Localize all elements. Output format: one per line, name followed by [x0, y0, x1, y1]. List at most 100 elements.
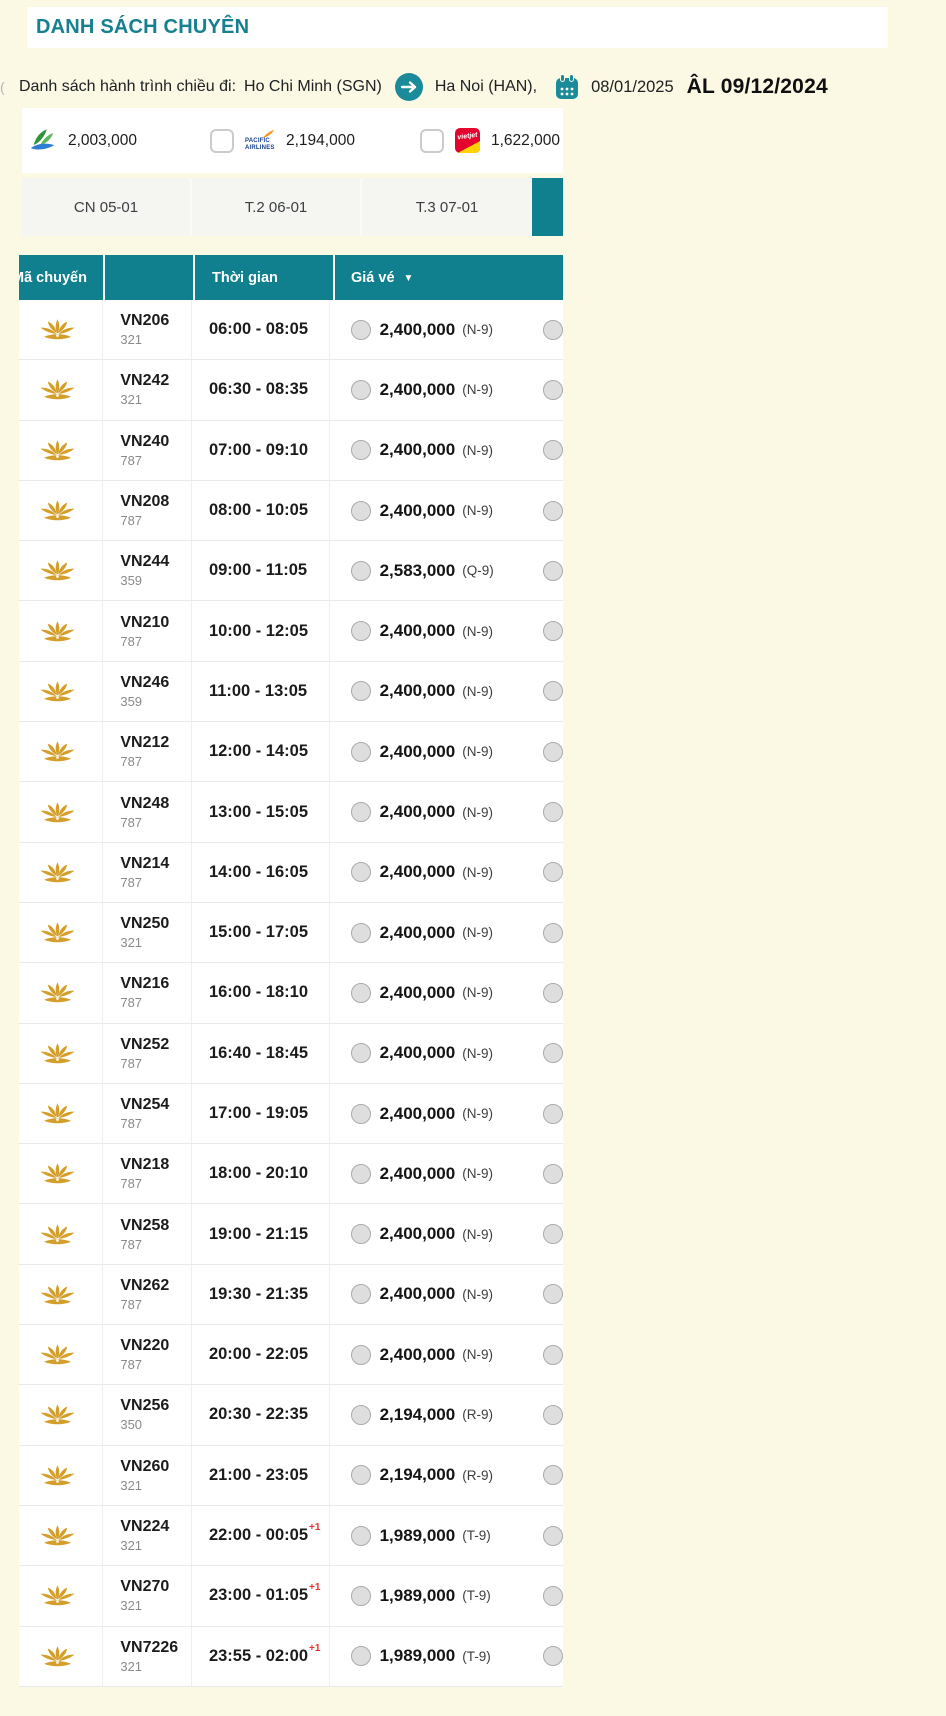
- fare-radio-secondary[interactable]: [542, 1103, 563, 1124]
- flight-time: 16:40 - 18:45: [208, 1043, 309, 1062]
- header-price-sort[interactable]: Giá vé ▼: [335, 255, 540, 300]
- fare-radio[interactable]: [350, 1404, 371, 1425]
- vietjet-min-price: 1,622,000: [491, 131, 560, 149]
- fare-radio[interactable]: [350, 1163, 371, 1184]
- fare-class: (N-9): [462, 1286, 493, 1302]
- header-flight-code-label: Mã chuyến: [19, 269, 87, 286]
- airline-logo-cell: [19, 1023, 104, 1083]
- time-cell: 06:00 - 08:05: [192, 300, 330, 360]
- fare-radio[interactable]: [350, 741, 371, 762]
- fare-radio-secondary[interactable]: [542, 1224, 563, 1245]
- price-value: 2,400,000: [379, 500, 456, 520]
- fare-radio-secondary[interactable]: [542, 1043, 563, 1064]
- airline-logo-cell: [19, 661, 104, 722]
- fare-class: (Q-9): [462, 563, 494, 579]
- fare-radio[interactable]: [350, 621, 371, 642]
- fare-radio[interactable]: [350, 1465, 371, 1486]
- flight-row: VN216 787 16:00 - 18:10 2,400,000 (N-9): [19, 963, 563, 1024]
- aircraft-type: 787: [120, 633, 143, 649]
- flight-code-cell: VN208 787: [103, 480, 192, 541]
- economy-price-cell: 2,400,000 (N-9): [330, 843, 531, 902]
- price-value: 2,400,000: [379, 1344, 456, 1364]
- fare-radio-secondary[interactable]: [542, 1163, 563, 1184]
- flight-code-cell: VN216 787: [103, 963, 192, 1023]
- fare-radio[interactable]: [350, 560, 371, 581]
- flight-time: 10:00 - 12:05: [208, 621, 309, 640]
- fare-radio[interactable]: [350, 1344, 371, 1365]
- fare-radio[interactable]: [350, 440, 371, 461]
- fare-radio-secondary[interactable]: [542, 1585, 563, 1606]
- fare-class: (N-9): [462, 382, 493, 398]
- fare-radio[interactable]: [350, 922, 371, 943]
- fare-radio-secondary[interactable]: [542, 1646, 563, 1667]
- fare-radio-secondary[interactable]: [542, 862, 563, 883]
- pacific-checkbox[interactable]: [210, 128, 234, 153]
- aircraft-type: 787: [120, 513, 143, 529]
- fare-radio[interactable]: [350, 1284, 371, 1305]
- fare-radio[interactable]: [350, 681, 371, 702]
- price-value: 2,400,000: [379, 1284, 456, 1304]
- fare-radio[interactable]: [350, 982, 371, 1003]
- aircraft-type: 787: [120, 814, 143, 830]
- date-tab-3[interactable]: T.3 07-01: [362, 178, 532, 236]
- fare-radio[interactable]: [350, 1043, 371, 1064]
- price-value: 2,400,000: [379, 440, 456, 460]
- price-value: 2,400,000: [379, 1043, 456, 1063]
- flight-row: VN244 359 09:00 - 11:05 2,583,000 (Q-9): [19, 541, 563, 602]
- vietnam-airlines-lotus-icon: [40, 1525, 75, 1546]
- fare-radio-secondary[interactable]: [542, 982, 563, 1003]
- vietjet-checkbox[interactable]: [420, 128, 444, 153]
- flight-code-cell: VN7226 321: [103, 1626, 192, 1686]
- fare-radio[interactable]: [350, 1585, 371, 1606]
- date-tab-1[interactable]: CN 05-01: [22, 178, 192, 236]
- flight-code-cell: VN270 321: [103, 1566, 192, 1626]
- fare-radio[interactable]: [350, 1525, 371, 1546]
- fare-radio-secondary[interactable]: [542, 319, 563, 340]
- time-cell: 20:00 - 22:05: [192, 1325, 330, 1385]
- secondary-price-cell-cut: [531, 1144, 563, 1203]
- fare-class: (N-9): [462, 1045, 493, 1061]
- fare-radio-secondary[interactable]: [542, 1284, 563, 1305]
- fare-radio[interactable]: [350, 1103, 371, 1124]
- fare-radio-secondary[interactable]: [542, 560, 563, 581]
- flight-time: 20:00 - 22:05: [208, 1345, 309, 1364]
- flight-row: VN254 787 17:00 - 19:05 2,400,000 (N-9): [19, 1083, 563, 1145]
- fare-radio[interactable]: [350, 1646, 371, 1667]
- fare-radio-secondary[interactable]: [542, 440, 563, 461]
- secondary-price-cell-cut: [531, 541, 563, 600]
- airline-logo-cell: [19, 722, 104, 782]
- date-tab-2[interactable]: T.2 06-01: [192, 178, 362, 236]
- fare-radio-secondary[interactable]: [542, 741, 563, 762]
- fare-radio-secondary[interactable]: [542, 500, 563, 521]
- pacific-logo-line1: PACIFIC: [245, 137, 270, 144]
- fare-radio-secondary[interactable]: [542, 681, 563, 702]
- time-cell: 10:00 - 12:05: [192, 601, 330, 661]
- flight-code-cell: VN242 321: [103, 360, 192, 420]
- flight-number: VN254: [120, 1096, 170, 1113]
- aircraft-type: 787: [120, 1055, 143, 1071]
- flight-number: VN218: [120, 1156, 170, 1174]
- fare-radio-secondary[interactable]: [542, 621, 563, 642]
- fare-radio-secondary[interactable]: [542, 1465, 563, 1486]
- secondary-price-cell-cut: [531, 481, 563, 540]
- date-tab-selected-partial[interactable]: [532, 178, 563, 236]
- fare-radio[interactable]: [350, 1224, 371, 1245]
- fare-radio[interactable]: [350, 319, 371, 340]
- fare-radio[interactable]: [350, 379, 371, 400]
- price-value: 2,400,000: [379, 1163, 456, 1183]
- flight-row: VN256 350 20:30 - 22:35 2,194,000 (R-9): [19, 1385, 563, 1446]
- bamboo-min-price: 2,003,000: [68, 131, 137, 149]
- fare-radio[interactable]: [350, 862, 371, 883]
- time-cell: 12:00 - 14:05: [192, 722, 330, 782]
- fare-radio-secondary[interactable]: [542, 1404, 563, 1425]
- fare-class: (N-9): [462, 623, 493, 639]
- fare-radio-secondary[interactable]: [542, 379, 563, 400]
- fare-radio[interactable]: [350, 802, 371, 823]
- fare-radio[interactable]: [350, 500, 371, 521]
- fare-radio-secondary[interactable]: [542, 922, 563, 943]
- fare-radio-secondary[interactable]: [542, 1525, 563, 1546]
- fare-radio-secondary[interactable]: [542, 1344, 563, 1365]
- fare-radio-secondary[interactable]: [542, 802, 563, 823]
- secondary-price-cell-cut: [531, 601, 563, 660]
- aircraft-type: 787: [120, 1236, 143, 1252]
